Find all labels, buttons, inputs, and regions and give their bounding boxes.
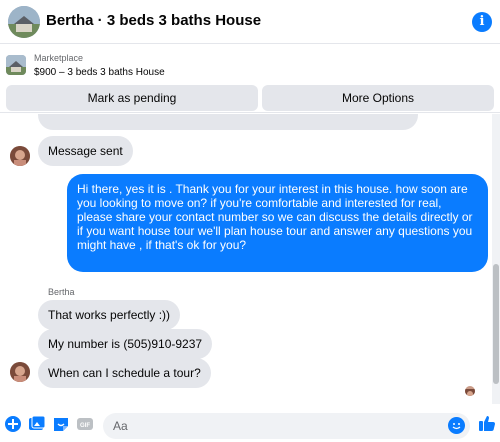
like-icon[interactable] [477, 413, 497, 433]
gif-icon[interactable]: GIF [76, 415, 94, 433]
message-input[interactable]: Aa [103, 413, 470, 439]
seen-indicator-avatar [465, 386, 475, 396]
reply-bubble-3: When can I schedule a tour? [38, 358, 211, 388]
outgoing-message-bubble: Hi there, yes it is . Thank you for your… [67, 174, 488, 272]
reply-bubble-1: That works perfectly :)) [38, 300, 181, 330]
message-list[interactable]: Message sent Hi there, yes it is . Thank… [0, 114, 490, 404]
chat-scrollbar[interactable] [492, 114, 500, 404]
sender-name: Bertha [48, 287, 75, 297]
more-options-button[interactable]: More Options [262, 85, 494, 111]
message-sent-bubble: Message sent [38, 136, 133, 166]
marketplace-listing: Marketplace $900 – 3 beds 3 baths House … [0, 45, 500, 113]
contact-avatar-small [10, 146, 30, 166]
composer-bar: GIF Aa [0, 406, 500, 442]
image-icon[interactable] [28, 415, 46, 433]
sticker-icon[interactable] [52, 415, 70, 433]
contact-avatar[interactable] [8, 6, 40, 38]
listing-subtitle[interactable]: $900 – 3 beds 3 baths House [34, 67, 165, 78]
mark-as-pending-button[interactable]: Mark as pending [6, 85, 258, 111]
svg-text:GIF: GIF [80, 423, 90, 429]
listing-thumbnail[interactable] [6, 55, 26, 75]
emoji-icon[interactable] [448, 417, 465, 434]
listing-kicker: Marketplace [34, 53, 84, 63]
chat-header: Bertha · 3 beds 3 baths House i [0, 0, 500, 44]
plus-icon[interactable] [4, 415, 22, 433]
info-icon[interactable]: i [472, 12, 492, 32]
contact-avatar-small [10, 362, 30, 382]
scrollbar-thumb[interactable] [493, 264, 499, 384]
message-bubble-cut [38, 114, 418, 130]
chat-title: Bertha · 3 beds 3 baths House [46, 12, 262, 29]
reply-bubble-2: My number is (505)910-9237 [38, 329, 213, 359]
